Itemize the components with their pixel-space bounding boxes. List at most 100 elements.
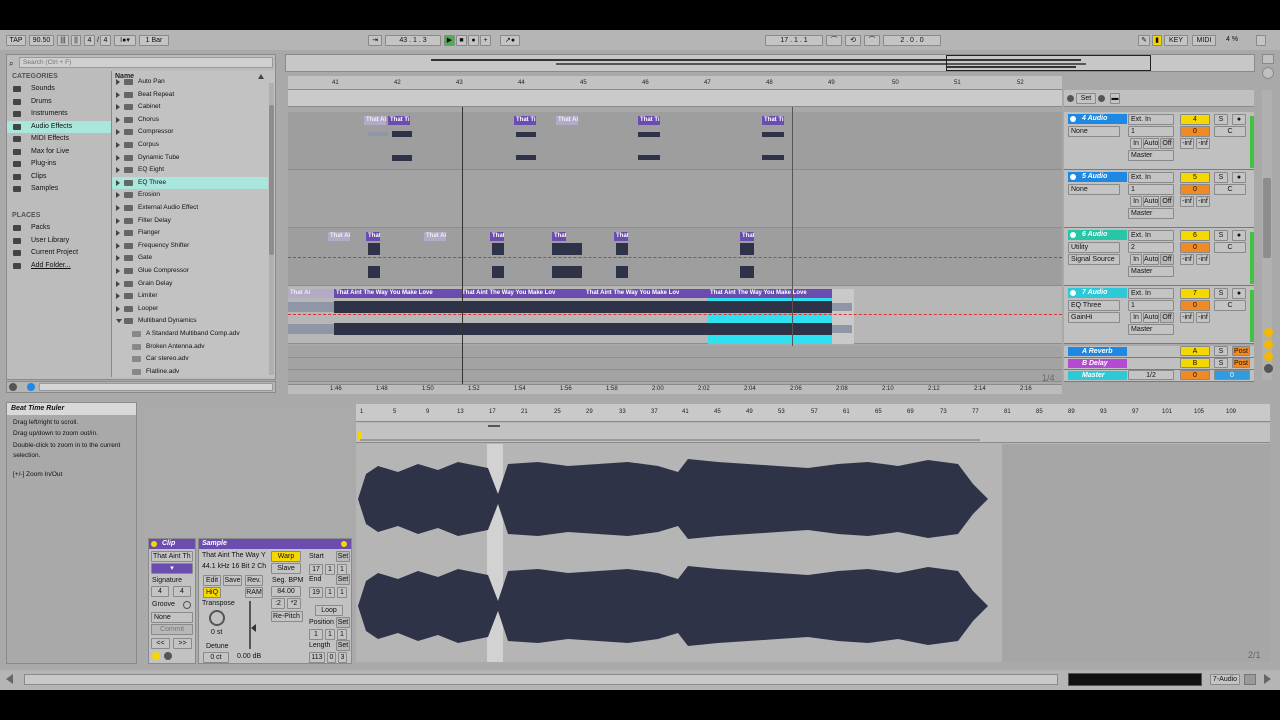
punch-in-button[interactable]: ⌒ <box>826 35 842 46</box>
list-item[interactable]: Compressor <box>112 126 268 138</box>
post-button[interactable]: Post <box>1232 358 1250 368</box>
seg-bpm-field[interactable]: 84.00 <box>271 586 301 597</box>
tap-tempo-button[interactable]: TAP <box>6 35 26 46</box>
slave-button[interactable]: Slave <box>271 563 301 574</box>
sample-header-toggle-icon[interactable] <box>341 541 347 547</box>
mixer-toggle-icon[interactable] <box>1264 364 1273 373</box>
list-item[interactable]: Limiter <box>112 290 268 302</box>
detail-view-toggle-icon[interactable] <box>1244 674 1256 685</box>
list-item[interactable]: Cabinet <box>112 101 268 113</box>
arrangement-overview[interactable] <box>285 54 1255 72</box>
category-midi-effects[interactable]: MIDI Effects <box>7 133 111 145</box>
solo-button[interactable]: S <box>1214 288 1228 299</box>
place-user-library[interactable]: User Library <box>7 235 111 247</box>
return-lane-b[interactable] <box>288 358 1062 370</box>
track-expand-icon[interactable] <box>1070 116 1076 122</box>
overview-viewport[interactable] <box>946 55 1151 71</box>
end-beat-field[interactable]: 1 <box>325 587 335 598</box>
song-position-field[interactable]: 43 . 1 . 3 <box>385 35 441 46</box>
key-map-icon[interactable]: ▮ <box>1152 35 1162 46</box>
device-chooser[interactable]: None <box>1068 184 1120 195</box>
clip-name-field[interactable]: That Aint Th <box>151 551 193 562</box>
master-title[interactable]: Master <box>1068 371 1127 380</box>
solo-button[interactable]: S <box>1214 230 1228 241</box>
monitor-off-button[interactable]: Off <box>1160 254 1174 265</box>
browser-search[interactable]: ⌕ <box>9 57 273 68</box>
gain-slider-handle[interactable] <box>251 624 256 632</box>
overview-zoom-icon[interactable] <box>1262 67 1274 79</box>
solo-button[interactable]: S <box>1214 358 1228 368</box>
clip-selected[interactable]: That Aint The Way You Make Love <box>708 289 832 298</box>
nudge-back-button[interactable]: << <box>151 638 170 649</box>
list-item[interactable]: Flanger <box>112 227 268 239</box>
track-title[interactable]: 7 Audio <box>1068 288 1127 298</box>
signature-numerator[interactable]: 4 <box>84 35 95 46</box>
detune-field[interactable]: 0 ct <box>203 652 229 663</box>
monitor-in-button[interactable]: In <box>1130 196 1142 207</box>
input-type-menu[interactable]: Ext. In <box>1128 114 1174 125</box>
pan-field[interactable]: C <box>1214 126 1246 137</box>
output-menu[interactable]: Master <box>1128 266 1174 277</box>
signature-denominator[interactable]: 4 <box>100 35 111 46</box>
warp-marker-lane[interactable] <box>356 423 1270 443</box>
clip[interactable]: That Ai <box>556 116 578 125</box>
track-title[interactable]: 4 Audio <box>1068 114 1127 124</box>
category-audio-effects[interactable]: Audio Effects <box>7 120 111 133</box>
locator-next-icon[interactable] <box>1098 95 1105 102</box>
length-bar-field[interactable]: 113 <box>309 652 325 663</box>
position-beat-field[interactable]: 1 <box>325 629 335 640</box>
record-button[interactable]: ● <box>468 35 479 46</box>
groove-chooser[interactable]: None <box>151 612 193 623</box>
place-packs[interactable]: Packs <box>7 222 111 234</box>
clip[interactable]: That <box>614 232 628 241</box>
start-marker[interactable] <box>358 431 362 439</box>
end-bar-field[interactable]: 19 <box>309 587 323 598</box>
end-sixteenth-field[interactable]: 1 <box>337 587 347 598</box>
clip-toggle-icon[interactable] <box>151 541 157 547</box>
list-item[interactable]: Flatline.adv <box>112 366 268 377</box>
category-drums[interactable]: Drums <box>7 96 111 108</box>
pan-field[interactable]: C <box>1214 300 1246 311</box>
length-beat-field[interactable]: 0 <box>327 652 336 663</box>
arm-button[interactable]: ● <box>1232 172 1246 183</box>
place-current-project[interactable]: Current Project <box>7 247 111 259</box>
clip[interactable]: That <box>552 232 566 241</box>
return-activator[interactable]: B <box>1180 358 1210 368</box>
automation-line[interactable] <box>288 257 1062 258</box>
length-set-button[interactable]: Set <box>336 640 350 651</box>
clip-sig-denominator[interactable]: 4 <box>173 586 191 597</box>
category-clips[interactable]: Clips <box>7 171 111 183</box>
envelope-toggle-icon[interactable] <box>164 652 172 660</box>
loop-length-field[interactable]: 2 . 0 . 0 <box>883 35 941 46</box>
start-bar-field[interactable]: 17 <box>309 564 323 575</box>
nudge-forward-button[interactable]: >> <box>173 638 192 649</box>
solo-button[interactable]: S <box>1214 172 1228 183</box>
sample-editor[interactable]: 1 5 9 13 17 21 25 29 33 37 41 45 49 53 5… <box>356 404 1270 662</box>
volume-field[interactable]: 0 <box>1180 242 1210 253</box>
list-item[interactable]: Auto Pan <box>112 76 268 88</box>
device-chooser[interactable]: EQ Three <box>1068 300 1120 311</box>
list-item[interactable]: Erosion <box>112 189 268 201</box>
track-activator[interactable]: 7 <box>1180 288 1210 299</box>
track-lane-4[interactable]: That Ai That Ti That Ti That Ai That Ti … <box>288 112 1062 170</box>
search-input[interactable] <box>20 58 272 67</box>
place-add-folder[interactable]: Add Folder... <box>7 260 111 272</box>
launch-toggle-icon[interactable] <box>152 652 160 660</box>
category-plugins[interactable]: Plug-ins <box>7 158 111 170</box>
hiq-button[interactable]: HiQ <box>203 587 221 598</box>
parameter-chooser[interactable]: Signal Source <box>1068 254 1120 265</box>
nudge-button[interactable]: || <box>71 35 81 46</box>
browser-scrollbar[interactable] <box>269 83 274 375</box>
list-item[interactable]: Beat Repeat <box>112 89 268 101</box>
clip[interactable]: That <box>366 232 380 241</box>
track-expand-icon[interactable] <box>1070 174 1076 180</box>
track-lane-6[interactable]: That Ai That That Ai That That That That <box>288 228 1062 286</box>
category-sounds[interactable]: Sounds <box>7 83 111 95</box>
list-item[interactable]: Looper <box>112 303 268 315</box>
monitor-in-button[interactable]: In <box>1130 254 1142 265</box>
save-button[interactable]: Save <box>223 575 242 586</box>
input-type-menu[interactable]: Ext. In <box>1128 172 1174 183</box>
end-set-button[interactable]: Set <box>336 574 350 585</box>
track-lane-5[interactable] <box>288 170 1062 228</box>
list-item[interactable]: Broken Antenna.adv <box>112 341 268 353</box>
